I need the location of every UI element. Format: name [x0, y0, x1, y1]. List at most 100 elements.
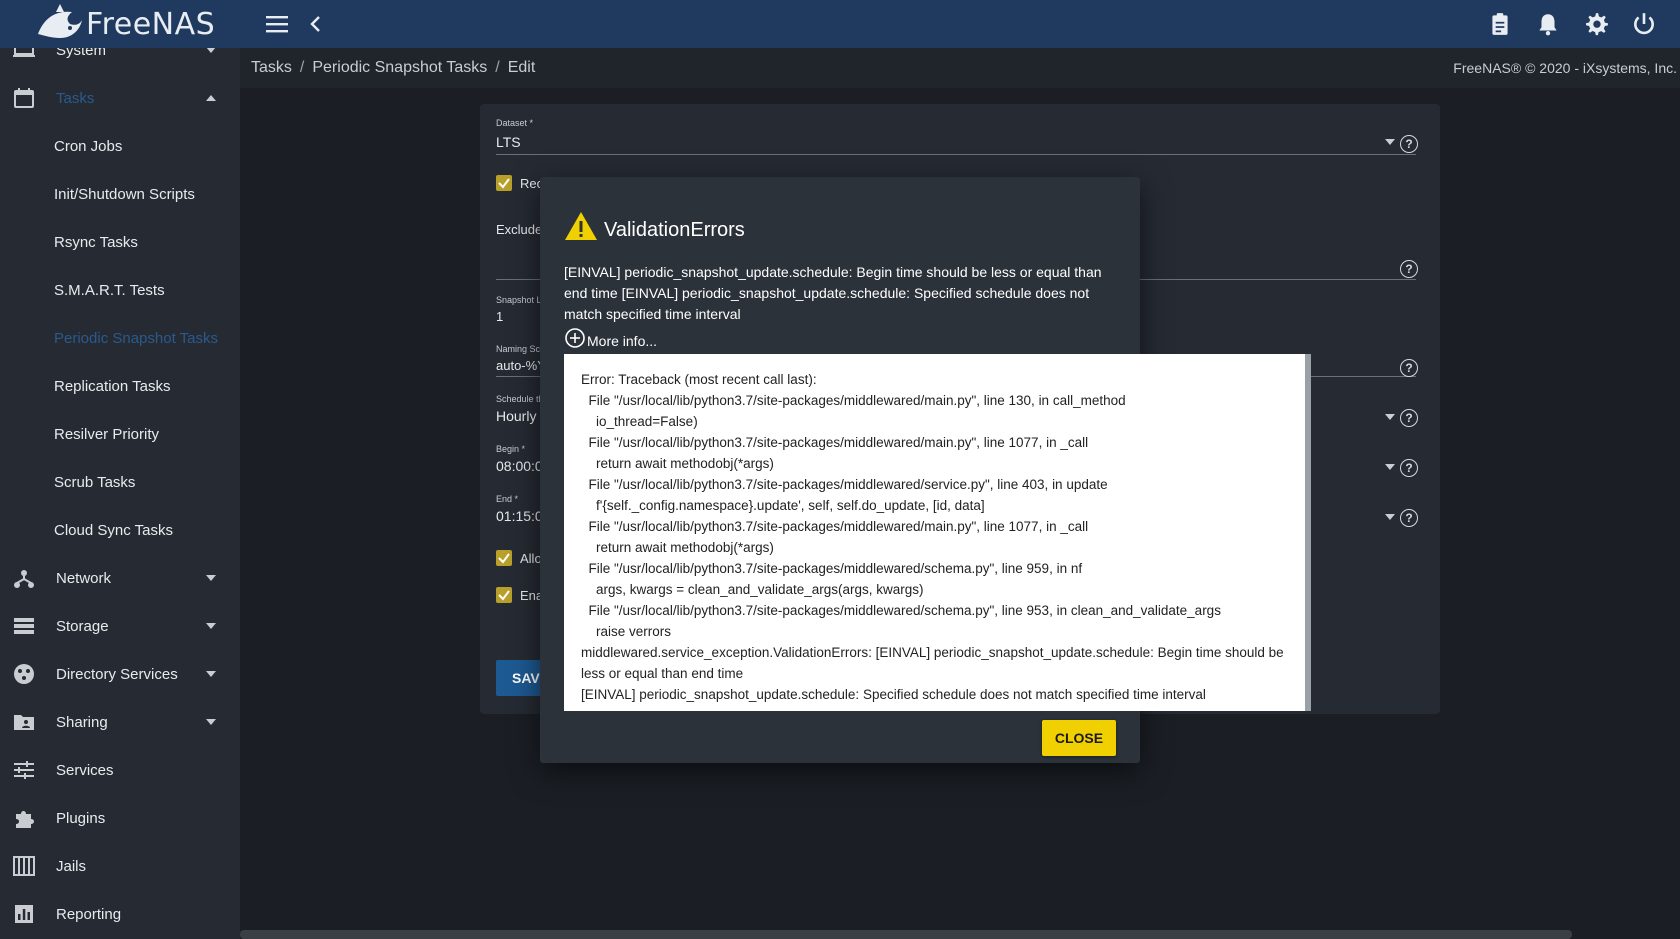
begin-select[interactable]: 08:00:0: [496, 458, 543, 474]
gear-icon[interactable]: [1583, 11, 1609, 37]
chevron-down-icon[interactable]: [1385, 139, 1395, 145]
sidebar-item-label: Storage: [56, 617, 109, 635]
traceback-line: File "/usr/local/lib/python3.7/site-pack…: [581, 561, 1083, 576]
plus-circle-icon: [565, 328, 585, 348]
traceback-line: io_thread=False): [581, 414, 698, 429]
sidebar-item-resilver-priority[interactable]: Resilver Priority: [0, 412, 240, 456]
dataset-select[interactable]: LTS: [496, 134, 521, 150]
recursive-checkbox[interactable]: [496, 175, 512, 191]
warning-icon: [565, 212, 597, 240]
traceback-line: File "/usr/local/lib/python3.7/site-pack…: [581, 603, 1221, 618]
traceback-line: File "/usr/local/lib/python3.7/site-pack…: [581, 477, 1108, 492]
naming-schema-label: Naming Sc: [496, 344, 541, 354]
top-bar: FreeNAS: [0, 0, 1680, 48]
chevron-down-icon[interactable]: [1385, 464, 1395, 470]
lifetime-input[interactable]: 1: [496, 309, 503, 324]
sidebar-item-label: Reporting: [56, 905, 122, 923]
sidebar-item-sharing[interactable]: Sharing: [0, 700, 240, 744]
power-icon[interactable]: [1631, 11, 1657, 37]
naming-schema-input[interactable]: auto-%Y: [496, 358, 546, 373]
horizontal-scrollbar[interactable]: [240, 930, 1572, 939]
sidebar-item-jails[interactable]: Jails: [0, 844, 240, 888]
sidebar-item-tasks[interactable]: Tasks: [0, 76, 240, 120]
traceback-box: Error: Traceback (most recent call last)…: [564, 354, 1311, 711]
chevron-down-icon: [206, 671, 216, 677]
help-icon[interactable]: ?: [1400, 359, 1418, 377]
end-select[interactable]: 01:15:0: [496, 508, 543, 524]
breadcrumb-bar: Tasks / Periodic Snapshot Tasks / Edit FreeN…: [240, 48, 1680, 88]
sidebar-item-init-shutdown-scripts[interactable]: Init/Shutdown Scripts: [0, 172, 240, 216]
allow-empty-checkbox[interactable]: [496, 550, 512, 566]
sidebar-item-label: Network: [56, 569, 112, 587]
sidebar-item-label: Periodic Snapshot Tasks: [54, 329, 218, 347]
help-icon[interactable]: ?: [1400, 135, 1418, 153]
traceback-line: middlewared.service_exception.Validation…: [581, 645, 1284, 681]
dataset-label: Dataset *: [496, 118, 534, 128]
exclude-label: Exclude: [496, 222, 543, 237]
close-button[interactable]: CLOSE: [1042, 720, 1116, 756]
sidebar-item-label: Directory Services: [56, 665, 178, 683]
chevron-down-icon[interactable]: [1385, 414, 1395, 420]
sidebar-item-label: Scrub Tasks: [54, 473, 136, 491]
help-icon[interactable]: ?: [1400, 459, 1418, 477]
sidebar-item-periodic-snapshot-tasks[interactable]: Periodic Snapshot Tasks: [0, 316, 240, 360]
directory-icon: [14, 664, 34, 684]
breadcrumb-edit: Edit: [507, 59, 536, 76]
app-name: FreeNAS: [86, 6, 216, 42]
network-icon: [14, 570, 34, 588]
breadcrumb-tasks[interactable]: Tasks: [251, 59, 292, 76]
sidebar-item-scrub-tasks[interactable]: Scrub Tasks: [0, 460, 240, 504]
more-info-toggle[interactable]: More info...: [564, 327, 657, 349]
sidebar-item-label: Resilver Priority: [54, 425, 160, 443]
sliders-icon: [14, 761, 34, 779]
sidebar-item-label: Plugins: [56, 809, 106, 827]
sidebar-item-directory-services[interactable]: Directory Services: [0, 652, 240, 696]
sidebar-item-cron-jobs[interactable]: Cron Jobs: [0, 124, 240, 168]
sidebar-item-rsync-tasks[interactable]: Rsync Tasks: [0, 220, 240, 264]
jail-icon: [13, 856, 35, 876]
sidebar-item-replication-tasks[interactable]: Replication Tasks: [0, 364, 240, 408]
sidebar-item-label: Cron Jobs: [54, 137, 123, 155]
sidebar-item-reporting[interactable]: Reporting: [0, 892, 240, 936]
bell-icon[interactable]: [1535, 11, 1561, 37]
sidebar-item-smart-tests[interactable]: S.M.A.R.T. Tests: [0, 268, 240, 312]
schedule-select[interactable]: Hourly: [496, 408, 536, 424]
sidebar-item-label: System: [56, 48, 107, 59]
sidebar-item-label: Replication Tasks: [54, 377, 171, 395]
lifetime-label: Snapshot Li: [496, 295, 544, 305]
help-icon[interactable]: ?: [1400, 409, 1418, 427]
copyright: FreeNAS® © 2020 - iXsystems, Inc.: [1453, 60, 1677, 76]
chart-icon: [15, 905, 33, 923]
sidebar-item-label: Jails: [56, 857, 87, 875]
chevron-down-icon[interactable]: [1385, 514, 1395, 520]
sidebar-item-storage[interactable]: Storage: [0, 604, 240, 648]
sidebar-item-label: Rsync Tasks: [54, 233, 138, 251]
more-info-label: More info...: [587, 333, 658, 349]
breadcrumb-periodic-snapshot-tasks[interactable]: Periodic Snapshot Tasks: [312, 59, 487, 76]
sidebar-item-system[interactable]: System: [0, 48, 240, 72]
dialog-message: [EINVAL] periodic_snapshot_update.schedu…: [564, 264, 1102, 322]
freenas-logo[interactable]: FreeNAS: [34, 3, 215, 45]
folder-share-icon: [14, 715, 34, 730]
back-chevron-icon[interactable]: [308, 13, 324, 35]
sidebar-item-services[interactable]: Services: [0, 748, 240, 792]
calendar-icon: [14, 88, 34, 108]
traceback-line: File "/usr/local/lib/python3.7/site-pack…: [581, 519, 1089, 534]
help-icon[interactable]: ?: [1400, 509, 1418, 527]
sidebar-item-plugins[interactable]: Plugins: [0, 796, 240, 840]
traceback-line: return await methodobj(*args): [581, 540, 774, 555]
breadcrumb: Tasks / Periodic Snapshot Tasks / Edit: [251, 59, 535, 77]
menu-icon[interactable]: [266, 14, 288, 34]
traceback-line: raise verrors: [581, 624, 672, 639]
enabled-checkbox[interactable]: [496, 587, 512, 603]
dataset-underline: [496, 154, 1416, 155]
sidebar: System Tasks Cron Jobs Init/Shutdown Scr…: [0, 48, 240, 939]
breadcrumb-separator: /: [495, 59, 500, 76]
help-icon[interactable]: ?: [1400, 260, 1418, 278]
sidebar-item-network[interactable]: Network: [0, 556, 240, 600]
dialog-title: ValidationErrors: [604, 219, 745, 241]
sidebar-item-cloud-sync-tasks[interactable]: Cloud Sync Tasks: [0, 508, 240, 552]
allow-empty-label: Allo: [520, 551, 542, 566]
chevron-down-icon: [206, 48, 216, 53]
clipboard-icon[interactable]: [1487, 11, 1513, 37]
